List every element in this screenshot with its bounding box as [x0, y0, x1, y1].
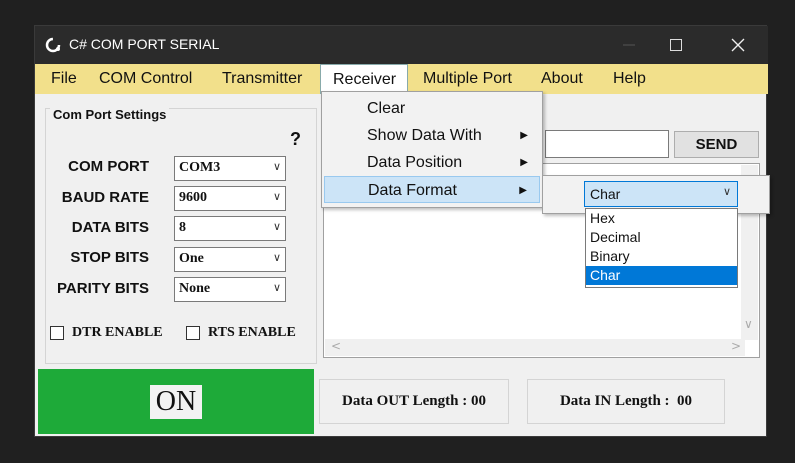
chevron-down-icon: ∨ [272, 252, 281, 264]
scroll-left-icon[interactable]: < [331, 339, 341, 353]
menu-item-label: Clear [367, 100, 406, 117]
app-icon [45, 37, 61, 53]
chevron-down-icon: ∨ [272, 191, 281, 203]
send-button[interactable]: SEND [674, 131, 759, 158]
parity-bits-label: PARITY BITS [57, 280, 149, 297]
menu-receiver[interactable]: Receiver [320, 64, 408, 94]
close-icon [731, 38, 745, 52]
data-bits-select[interactable]: 8 ∨ [174, 216, 286, 241]
menu-item-clear[interactable]: Clear [324, 95, 540, 122]
stop-bits-value: One [179, 251, 204, 266]
data-out-length: Data OUT Length : 00 [319, 379, 509, 424]
data-in-length-label: Data IN Length : [559, 393, 670, 409]
parity-bits-select[interactable]: None ∨ [174, 277, 286, 302]
menu-item-data-position[interactable]: Data Position ▶ [324, 149, 540, 176]
stop-bits-select[interactable]: One ∨ [174, 247, 286, 272]
option-char[interactable]: Char [586, 266, 737, 285]
data-out-length-label: Data OUT Length : [342, 393, 468, 409]
checkbox-box [50, 326, 64, 340]
maximize-button[interactable] [653, 26, 699, 64]
main-window: C# COM PORT SERIAL File COM Control Tran… [34, 25, 770, 437]
com-port-label: COM PORT [68, 158, 149, 175]
on-button-label: ON [149, 384, 203, 419]
group-title: Com Port Settings [50, 107, 170, 122]
com-port-select[interactable]: COM3 ∨ [174, 156, 286, 181]
submenu-arrow-icon: ▶ [519, 185, 527, 196]
data-out-length-value: 00 [470, 393, 486, 409]
option-hex[interactable]: Hex [586, 209, 737, 228]
menu-file[interactable]: File [45, 64, 83, 94]
window-title: C# COM PORT SERIAL [69, 36, 220, 52]
title-bar: C# COM PORT SERIAL [35, 26, 768, 64]
data-bits-value: 8 [179, 220, 186, 235]
menu-com-control[interactable]: COM Control [93, 64, 198, 94]
data-format-select[interactable]: Char ∨ [584, 181, 738, 207]
chevron-down-icon: ∨ [722, 186, 731, 198]
menu-transmitter[interactable]: Transmitter [216, 64, 308, 94]
com-port-value: COM3 [179, 160, 221, 175]
on-button[interactable]: ON [38, 369, 314, 434]
scroll-right-icon[interactable]: > [731, 339, 741, 353]
rts-enable-checkbox[interactable]: RTS ENABLE [186, 325, 296, 341]
data-in-length-value: 00 [677, 393, 693, 409]
checkbox-box [186, 326, 200, 340]
option-decimal[interactable]: Decimal [586, 228, 737, 247]
dtr-enable-checkbox[interactable]: DTR ENABLE [50, 325, 163, 341]
menu-item-label: Show Data With [367, 127, 482, 144]
data-format-options-list: Hex Decimal Binary Char [585, 208, 738, 288]
menu-item-show-data-with[interactable]: Show Data With ▶ [324, 122, 540, 149]
option-binary[interactable]: Binary [586, 247, 737, 266]
horizontal-scrollbar[interactable]: < > [325, 339, 745, 356]
menu-multiple-port[interactable]: Multiple Port [417, 64, 518, 94]
baud-rate-value: 9600 [179, 190, 207, 205]
menu-bar: File COM Control Transmitter Receiver Mu… [35, 64, 768, 94]
baud-rate-label: BAUD RATE [61, 189, 149, 206]
menu-item-label: Data Format [368, 182, 457, 199]
data-format-value: Char [590, 186, 621, 202]
scroll-down-icon[interactable]: ∨ [744, 317, 753, 331]
minimize-icon [623, 44, 635, 46]
chevron-down-icon: ∨ [272, 282, 281, 294]
menu-item-label: Data Position [367, 154, 463, 171]
minimize-button[interactable] [606, 26, 652, 64]
data-in-length: Data IN Length : 00 [527, 379, 725, 424]
chevron-down-icon: ∨ [272, 161, 281, 173]
receiver-menu-dropdown: Clear Show Data With ▶ Data Position ▶ Dat… [321, 91, 543, 208]
close-button[interactable] [715, 26, 761, 64]
data-bits-label: DATA BITS [71, 219, 149, 236]
chevron-down-icon: ∨ [272, 221, 281, 233]
help-question-mark[interactable]: ? [290, 129, 301, 150]
maximize-icon [670, 39, 682, 51]
dtr-enable-label: DTR ENABLE [72, 325, 163, 340]
rts-enable-label: RTS ENABLE [208, 325, 296, 340]
baud-rate-select[interactable]: 9600 ∨ [174, 186, 286, 211]
stop-bits-label: STOP BITS [70, 249, 149, 266]
submenu-arrow-icon: ▶ [520, 157, 528, 168]
menu-help[interactable]: Help [607, 64, 652, 94]
transmit-input[interactable] [545, 130, 669, 158]
parity-bits-value: None [179, 281, 211, 296]
submenu-arrow-icon: ▶ [520, 130, 528, 141]
menu-about[interactable]: About [535, 64, 589, 94]
menu-item-data-format[interactable]: Data Format ▶ [324, 176, 540, 203]
